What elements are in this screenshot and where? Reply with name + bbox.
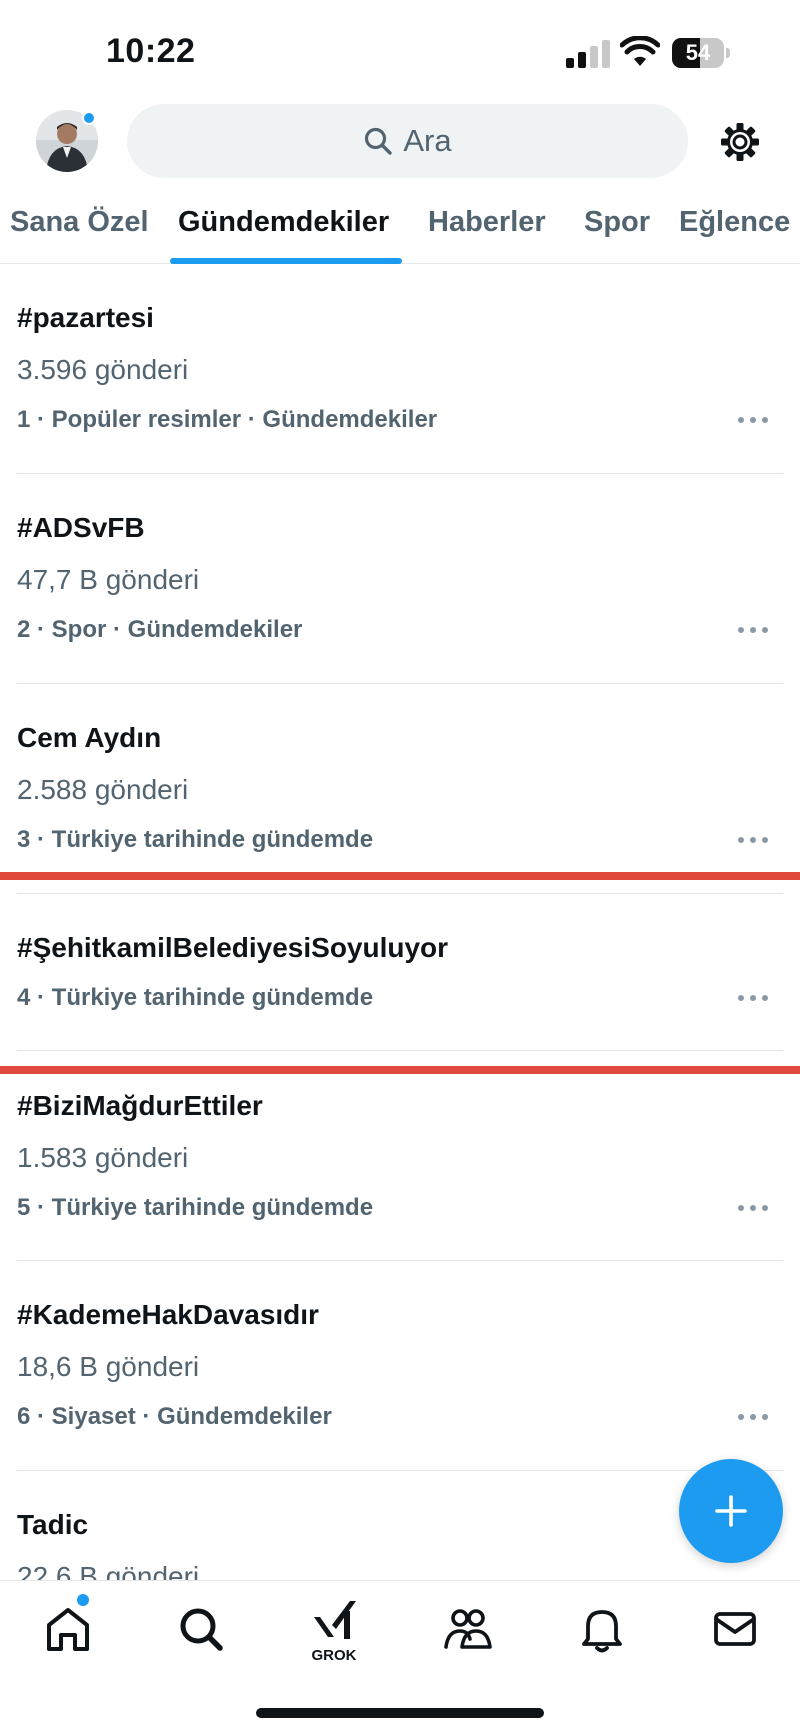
tab-entertainment[interactable]: Eğlence (679, 206, 790, 239)
more-options-icon[interactable] (738, 836, 768, 844)
highlight-line-bottom (0, 1066, 800, 1074)
explore-tabs: Sana Özel Gündemdekiler Haberler Spor Eğ… (0, 196, 800, 264)
trend-name: Cem Aydın (17, 722, 162, 753)
communities-icon[interactable] (440, 1601, 496, 1657)
trend-item[interactable]: Cem Aydın 2.588 gönderi 3 · Türkiye tari… (0, 684, 800, 874)
messages-envelope-icon[interactable] (707, 1601, 763, 1657)
trend-item[interactable]: Tadic 22,6 B gönderi (0, 1471, 800, 1580)
trend-meta: 1 · Popüler resimler · Gündemdekiler (17, 406, 438, 433)
trend-post-count: 3.596 gönderi (17, 354, 189, 385)
grok-label: GROK (311, 1647, 357, 1664)
home-indicator (256, 1708, 544, 1718)
trend-item[interactable]: #pazartesi 3.596 gönderi 1 · Popüler res… (0, 264, 800, 474)
home-icon[interactable] (40, 1601, 96, 1657)
trend-meta: 5 · Türkiye tarihinde gündemde (17, 1194, 374, 1221)
search-bar[interactable]: Ara (127, 104, 688, 178)
trend-post-count: 18,6 B gönderi (17, 1351, 200, 1382)
trend-name: #BiziMağdurEttiler (17, 1090, 263, 1121)
grok-icon[interactable] (306, 1595, 362, 1651)
home-notification-dot (77, 1594, 89, 1606)
highlight-line-top (0, 872, 800, 880)
trend-name: Tadic (17, 1509, 89, 1540)
settings-gear-icon[interactable] (718, 120, 762, 164)
battery-indicator: 54 (672, 38, 730, 68)
more-options-icon[interactable] (738, 416, 768, 424)
search-placeholder: Ara (403, 123, 452, 158)
more-options-icon[interactable] (738, 1204, 768, 1212)
search-icon (365, 127, 393, 155)
trend-name: #ŞehitkamilBelediyesiSoyuluyor (17, 932, 449, 963)
trend-meta: 3 · Türkiye tarihinde gündemde (17, 826, 374, 853)
trend-post-count: 22,6 B gönderi (17, 1561, 200, 1580)
battery-percent: 54 (685, 40, 711, 65)
plus-icon (715, 1495, 747, 1527)
trend-meta: 2 · Spor · Gündemdekiler (17, 616, 303, 643)
trend-item[interactable]: #BiziMağdurEttiler 1.583 gönderi 5 · Tür… (0, 1074, 800, 1260)
more-options-icon[interactable] (738, 994, 768, 1002)
divider (17, 1050, 783, 1051)
tab-trending[interactable]: Gündemdekiler (178, 206, 389, 239)
compose-post-button[interactable] (679, 1459, 783, 1563)
trend-meta: 4 · Türkiye tarihinde gündemde (17, 984, 374, 1011)
notification-dot (82, 111, 96, 125)
trend-meta: 6 · Siyaset · Gündemdekiler (17, 1403, 332, 1430)
status-time: 10:22 (106, 32, 196, 70)
trend-post-count: 2.588 gönderi (17, 774, 189, 805)
tab-for-you[interactable]: Sana Özel (10, 206, 149, 239)
tab-news[interactable]: Haberler (428, 206, 546, 239)
tab-sports[interactable]: Spor (584, 206, 650, 239)
more-options-icon[interactable] (738, 1413, 768, 1421)
trend-item[interactable]: #ŞehitkamilBelediyesiSoyuluyor 4 · Türki… (0, 894, 800, 1050)
trend-name: #ADSvFB (17, 512, 145, 543)
trend-name: #pazartesi (17, 302, 154, 333)
trend-name: #KademeHakDavasıdır (17, 1299, 319, 1330)
trend-post-count: 1.583 gönderi (17, 1142, 189, 1173)
trend-item[interactable]: #ADSvFB 47,7 B gönderi 2 · Spor · Gündem… (0, 474, 800, 684)
more-options-icon[interactable] (738, 626, 768, 634)
trend-post-count: 47,7 B gönderi (17, 564, 200, 595)
trend-item[interactable]: #KademeHakDavasıdır 18,6 B gönderi 6 · S… (0, 1261, 800, 1471)
notifications-bell-icon[interactable] (574, 1601, 630, 1657)
cellular-signal-icon (566, 40, 610, 68)
status-bar: 10:22 54 (0, 0, 800, 100)
search-icon[interactable] (173, 1601, 229, 1657)
wifi-icon (620, 36, 660, 66)
